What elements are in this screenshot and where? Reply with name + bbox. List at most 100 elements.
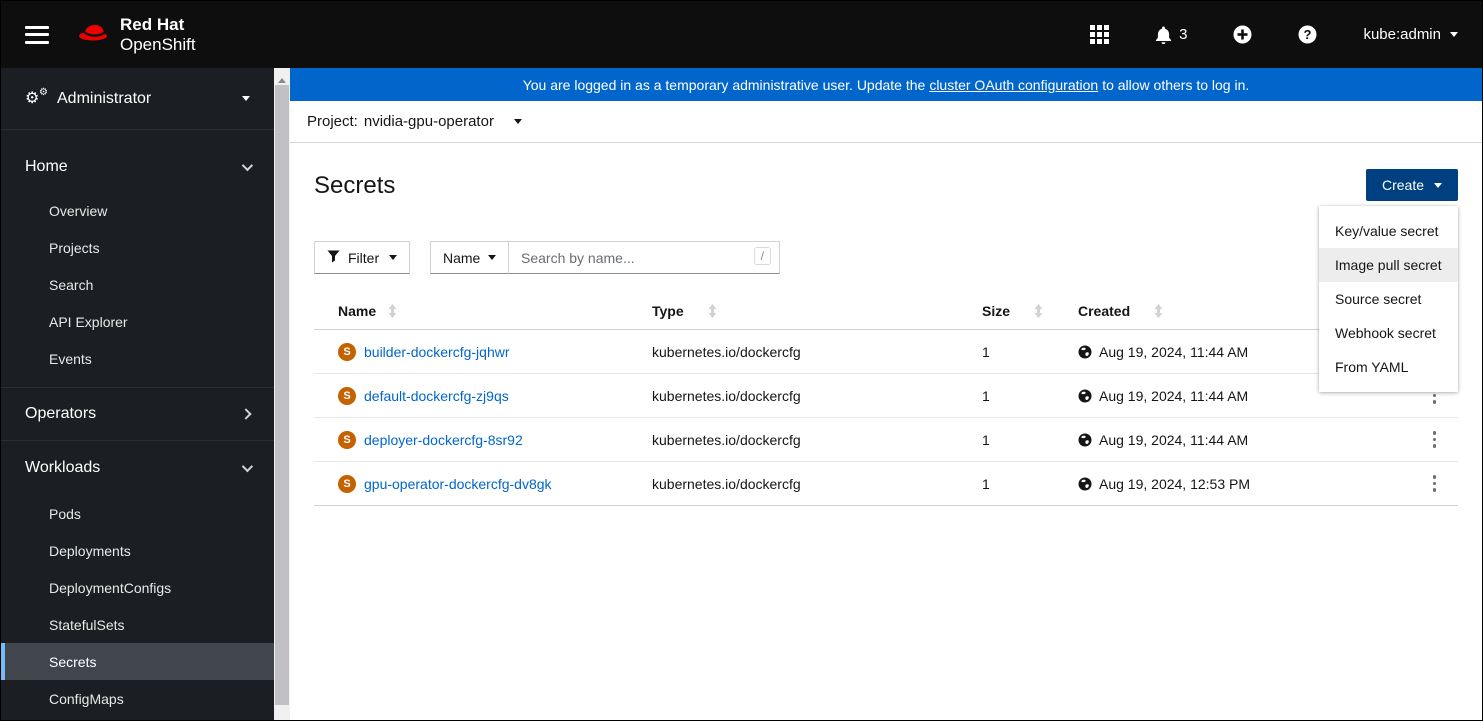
nav-section-workloads[interactable]: Workloads [1, 441, 274, 495]
nav-section-home[interactable]: Home [1, 142, 274, 192]
sidebar-item-api-explorer[interactable]: API Explorer [1, 303, 274, 340]
secret-type: kubernetes.io/dockercfg [652, 431, 801, 448]
created-timestamp: Aug 19, 2024, 11:44 AM [1099, 387, 1249, 404]
masthead-actions: 3 ? kube:admin [1090, 25, 1458, 44]
sort-icon [1034, 304, 1043, 318]
sidebar-item-deployments[interactable]: Deployments [1, 532, 274, 569]
nav-section-label: Home [25, 158, 68, 175]
menu-item-webhook-secret[interactable]: Webhook secret [1319, 316, 1458, 350]
sort-icon [388, 304, 397, 318]
create-button-label: Create [1381, 177, 1424, 193]
secret-name-link[interactable]: gpu-operator-dockercfg-dv8gk [364, 476, 552, 492]
secret-name-link[interactable]: deployer-dockercfg-8sr92 [364, 432, 523, 448]
filter-dropdown[interactable]: Filter [314, 241, 410, 274]
sort-icon [1154, 304, 1163, 318]
sidebar-item-search[interactable]: Search [1, 266, 274, 303]
caret-down-icon [389, 255, 397, 264]
column-header-size[interactable]: Size [982, 303, 1078, 319]
create-button[interactable]: Create [1365, 169, 1458, 201]
nav-section-operators[interactable]: Operators [1, 388, 274, 440]
scrollbar-thumb[interactable] [275, 85, 289, 705]
nav-items-home: Overview Projects Search API Explorer Ev… [1, 192, 274, 387]
perspective-switcher[interactable]: ⚙ ⚙ Administrator [1, 68, 274, 130]
scrollbar-up-arrow-icon[interactable] [278, 74, 286, 83]
brand-line2: OpenShift [120, 34, 196, 54]
notifications-bell-icon[interactable]: 3 [1155, 26, 1187, 44]
brand-logo[interactable]: Red Hat OpenShift [75, 15, 196, 54]
menu-item-image-pull-secret[interactable]: Image pull secret [1319, 248, 1458, 282]
caret-down-icon [488, 255, 496, 264]
sidebar-item-secrets[interactable]: Secrets [1, 643, 274, 680]
column-label: Type [652, 303, 684, 319]
column-header-type[interactable]: Type [652, 303, 982, 319]
menu-item-key-value-secret[interactable]: Key/value secret [1319, 214, 1458, 248]
table-row: S deployer-dockercfg-8sr92 kubernetes.io… [314, 418, 1458, 462]
table-row: S gpu-operator-dockercfg-dv8gk kubernete… [314, 462, 1458, 506]
banner-text-prefix: You are logged in as a temporary adminis… [522, 76, 926, 93]
created-timestamp: Aug 19, 2024, 11:44 AM [1099, 343, 1249, 360]
caret-down-icon [513, 119, 522, 128]
globe-icon [1078, 477, 1092, 490]
kebab-menu-icon[interactable] [1429, 427, 1441, 452]
brand-text: Red Hat OpenShift [120, 15, 196, 53]
oauth-config-link[interactable]: cluster OAuth configuration [929, 77, 1098, 93]
created-timestamp: Aug 19, 2024, 11:44 AM [1099, 431, 1249, 448]
column-label: Size [982, 303, 1011, 319]
secret-resource-badge: S [338, 342, 356, 361]
column-header-name[interactable]: Name [314, 303, 652, 319]
help-question-icon[interactable]: ? [1298, 25, 1317, 44]
filter-label: Filter [348, 249, 380, 266]
sidebar-item-deploymentconfigs[interactable]: DeploymentConfigs [1, 569, 274, 606]
secret-type: kubernetes.io/dockercfg [652, 387, 801, 404]
nav-section-label: Workloads [25, 459, 101, 476]
table-header-row: Name Type Size Created [314, 293, 1458, 330]
secret-name-link[interactable]: default-dockercfg-zj9qs [364, 388, 509, 404]
nav-items-workloads: Pods Deployments DeploymentConfigs State… [1, 495, 274, 720]
list-toolbar: Filter Name / [314, 241, 1458, 274]
menu-item-from-yaml[interactable]: From YAML [1319, 350, 1458, 384]
app-launcher-icon[interactable] [1090, 25, 1110, 44]
sidebar-item-configmaps[interactable]: ConfigMaps [1, 680, 274, 717]
cogs-icon: ⚙ ⚙ [25, 86, 48, 107]
caret-down-icon [242, 96, 250, 105]
sidebar-item-pods[interactable]: Pods [1, 495, 274, 532]
search-attribute-dropdown[interactable]: Name [430, 241, 509, 274]
sidebar-item-projects[interactable]: Projects [1, 229, 274, 266]
secret-resource-badge: S [338, 386, 356, 405]
column-label: Name [338, 303, 377, 319]
secret-size: 1 [982, 387, 990, 404]
secret-size: 1 [982, 431, 990, 448]
temp-admin-banner: You are logged in as a temporary adminis… [290, 68, 1482, 101]
globe-icon [1078, 345, 1092, 358]
menu-item-source-secret[interactable]: Source secret [1319, 282, 1458, 316]
sidebar-item-overview[interactable]: Overview [1, 192, 274, 229]
import-plus-icon[interactable] [1233, 25, 1252, 44]
secrets-table: Name Type Size Created S builder-dockerc… [314, 293, 1458, 506]
secret-resource-badge: S [338, 474, 356, 493]
chevron-down-icon [1450, 32, 1458, 41]
attribute-label: Name [443, 249, 481, 266]
banner-text-suffix: to allow others to log in. [1102, 76, 1250, 93]
page-title: Secrets [314, 172, 396, 199]
perspective-label: Administrator [57, 89, 152, 107]
sidebar-scrollbar[interactable] [274, 68, 290, 720]
chevron-right-icon [240, 408, 252, 420]
user-menu[interactable]: kube:admin [1363, 26, 1458, 43]
svg-text:?: ? [1304, 27, 1312, 42]
chevron-down-icon [241, 460, 254, 473]
project-selector[interactable]: Project: nvidia-gpu-operator [290, 101, 1482, 143]
app-window: Red Hat OpenShift 3 ? kube:admin ⚙ ⚙ Adm… [0, 0, 1483, 721]
kebab-menu-icon[interactable] [1429, 471, 1441, 496]
sidebar-item-statefulsets[interactable]: StatefulSets [1, 606, 274, 643]
redhat-fedora-icon [75, 19, 111, 50]
search-shortcut-key: / [753, 247, 771, 265]
search-input[interactable] [509, 242, 779, 273]
brand-line1: Red Hat [120, 15, 185, 35]
main-area: You are logged in as a temporary adminis… [290, 68, 1482, 720]
search-group: Name / [430, 241, 780, 274]
nav-toggle-icon[interactable] [25, 25, 49, 44]
secret-name-link[interactable]: builder-dockercfg-jqhwr [364, 344, 510, 360]
filter-funnel-icon [327, 250, 340, 266]
search-box: / [508, 241, 780, 274]
sidebar-item-events[interactable]: Events [1, 340, 274, 377]
